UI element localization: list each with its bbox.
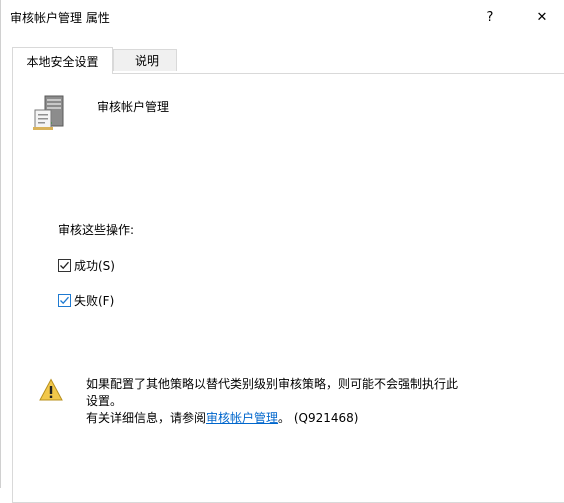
note-prefix: 有关详细信息，请参阅 (86, 411, 207, 425)
title-bar[interactable]: 审核帐户管理 属性 ? ✕ (1, 0, 564, 34)
success-label: 成功(S) (74, 259, 115, 273)
failure-label: 失败(F) (74, 294, 115, 308)
tab-explain[interactable]: 说明 (113, 49, 177, 71)
success-checkbox-row[interactable]: 成功(S) (58, 257, 115, 274)
window-title: 审核帐户管理 属性 (10, 11, 110, 25)
server-policy-icon (29, 92, 69, 132)
tab-label: 本地安全设置 (26, 54, 99, 69)
help-link[interactable]: 审核帐户管理 (206, 411, 278, 425)
audit-actions-label: 审核这些操作: (58, 223, 135, 237)
note-line-1: 如果配置了其他策略以替代类别级别审核策略，则可能不会强制执行此 (86, 377, 459, 391)
properties-dialog: 审核帐户管理 属性 ? ✕ 本地安全设置 说明 审核帐户管理 审核这些操作: 成… (0, 0, 564, 503)
warning-icon (39, 378, 63, 402)
failure-checkbox[interactable] (58, 294, 71, 307)
tab-local-security-setting[interactable]: 本地安全设置 (12, 47, 113, 74)
policy-name: 审核帐户管理 (97, 100, 170, 114)
note-text: 如果配置了其他策略以替代类别级别审核策略，则可能不会强制执行此 设置。 有关详细… (86, 376, 556, 427)
tab-panel (12, 73, 564, 503)
tab-strip: 本地安全设置 说明 (12, 47, 564, 74)
tab-label: 说明 (134, 54, 159, 68)
note-suffix: 。 (Q921468) (278, 411, 359, 425)
success-checkbox[interactable] (58, 259, 71, 272)
help-icon: ? (486, 9, 494, 25)
help-button[interactable]: ? (467, 0, 513, 34)
note-line-2: 设置。 (86, 394, 123, 408)
close-button[interactable]: ✕ (519, 0, 564, 34)
failure-checkbox-row[interactable]: 失败(F) (58, 292, 114, 309)
close-icon: ✕ (536, 9, 548, 25)
note-line-3: 有关详细信息，请参阅审核帐户管理。 (Q921468) (86, 410, 556, 427)
